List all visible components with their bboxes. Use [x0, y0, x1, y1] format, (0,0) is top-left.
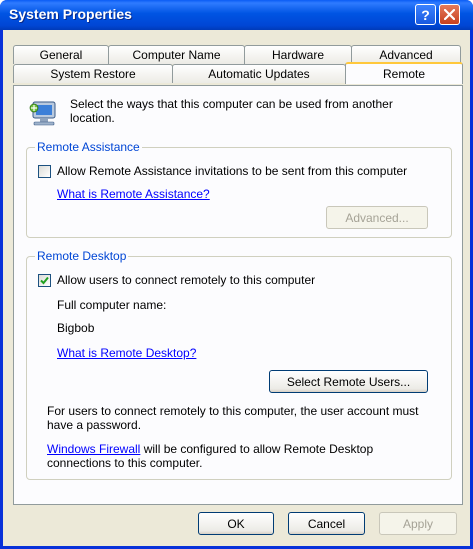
tab-computer-name[interactable]: Computer Name [108, 45, 245, 64]
remote-desktop-title: Remote Desktop [35, 249, 129, 263]
cancel-button-label: Cancel [307, 516, 346, 531]
intro-text-line2: location. [70, 111, 115, 125]
remote-assistance-checkbox-label[interactable]: Allow Remote Assistance invitations to b… [57, 164, 407, 178]
ok-button[interactable]: OK [198, 512, 274, 535]
remote-tab-panel: Select the ways that this computer can b… [13, 85, 463, 505]
remote-desktop-checkbox-label[interactable]: Allow users to connect remotely to this … [57, 273, 315, 287]
firewall-note-line1: Windows Firewall will be configured to a… [47, 442, 373, 456]
tab-hardware[interactable]: Hardware [244, 45, 352, 64]
select-remote-users-label: Select Remote Users... [286, 374, 411, 389]
cancel-button[interactable]: Cancel [288, 512, 365, 535]
tab-remote[interactable]: Remote [345, 62, 463, 84]
select-remote-users-button[interactable]: Select Remote Users... [269, 370, 428, 393]
close-icon [444, 9, 455, 20]
firewall-note-line2: connections to this computer. [47, 456, 203, 470]
remote-computer-icon [29, 101, 56, 126]
computer-name-value: Bigbob [57, 321, 95, 335]
apply-button[interactable]: Apply [379, 512, 457, 535]
what-is-remote-assistance-link[interactable]: What is Remote Assistance? [57, 187, 210, 201]
tab-label: Automatic Updates [208, 67, 310, 81]
what-is-remote-desktop-link[interactable]: What is Remote Desktop? [57, 346, 196, 360]
password-note-line2: have a password. [47, 418, 142, 432]
title-bar[interactable]: System Properties ? [0, 0, 473, 30]
window-title: System Properties [9, 6, 132, 22]
intro-text-line1: Select the ways that this computer can b… [70, 97, 393, 111]
system-properties-window: System Properties ? General Computer Nam… [0, 0, 473, 549]
remote-assistance-title: Remote Assistance [35, 140, 142, 154]
apply-button-label: Apply [402, 516, 434, 531]
advanced-button-label: Advanced... [345, 210, 409, 225]
checkmark-icon [40, 276, 49, 285]
full-computer-name-label: Full computer name: [57, 298, 167, 312]
tab-label: Advanced [379, 48, 433, 62]
remote-assistance-checkbox[interactable] [38, 165, 51, 178]
password-note-line1: For users to connect remotely to this co… [47, 404, 419, 418]
advanced-button[interactable]: Advanced... [326, 206, 428, 229]
tab-label: System Restore [50, 67, 136, 81]
tab-label: Hardware [271, 48, 325, 62]
remote-desktop-checkbox[interactable] [38, 274, 51, 287]
ok-button-label: OK [227, 516, 245, 531]
help-icon: ? [421, 6, 430, 23]
windows-firewall-link[interactable]: Windows Firewall [47, 442, 140, 456]
tab-general[interactable]: General [13, 45, 109, 64]
tab-label: General [39, 48, 83, 62]
tab-label: Computer Name [132, 48, 221, 62]
firewall-note-text: will be configured to allow Remote Deskt… [140, 442, 374, 456]
tab-label: Remote [382, 67, 426, 81]
help-button[interactable]: ? [415, 4, 436, 25]
tab-system-restore[interactable]: System Restore [13, 64, 173, 83]
close-button[interactable] [439, 4, 460, 25]
tab-automatic-updates[interactable]: Automatic Updates [172, 64, 346, 83]
